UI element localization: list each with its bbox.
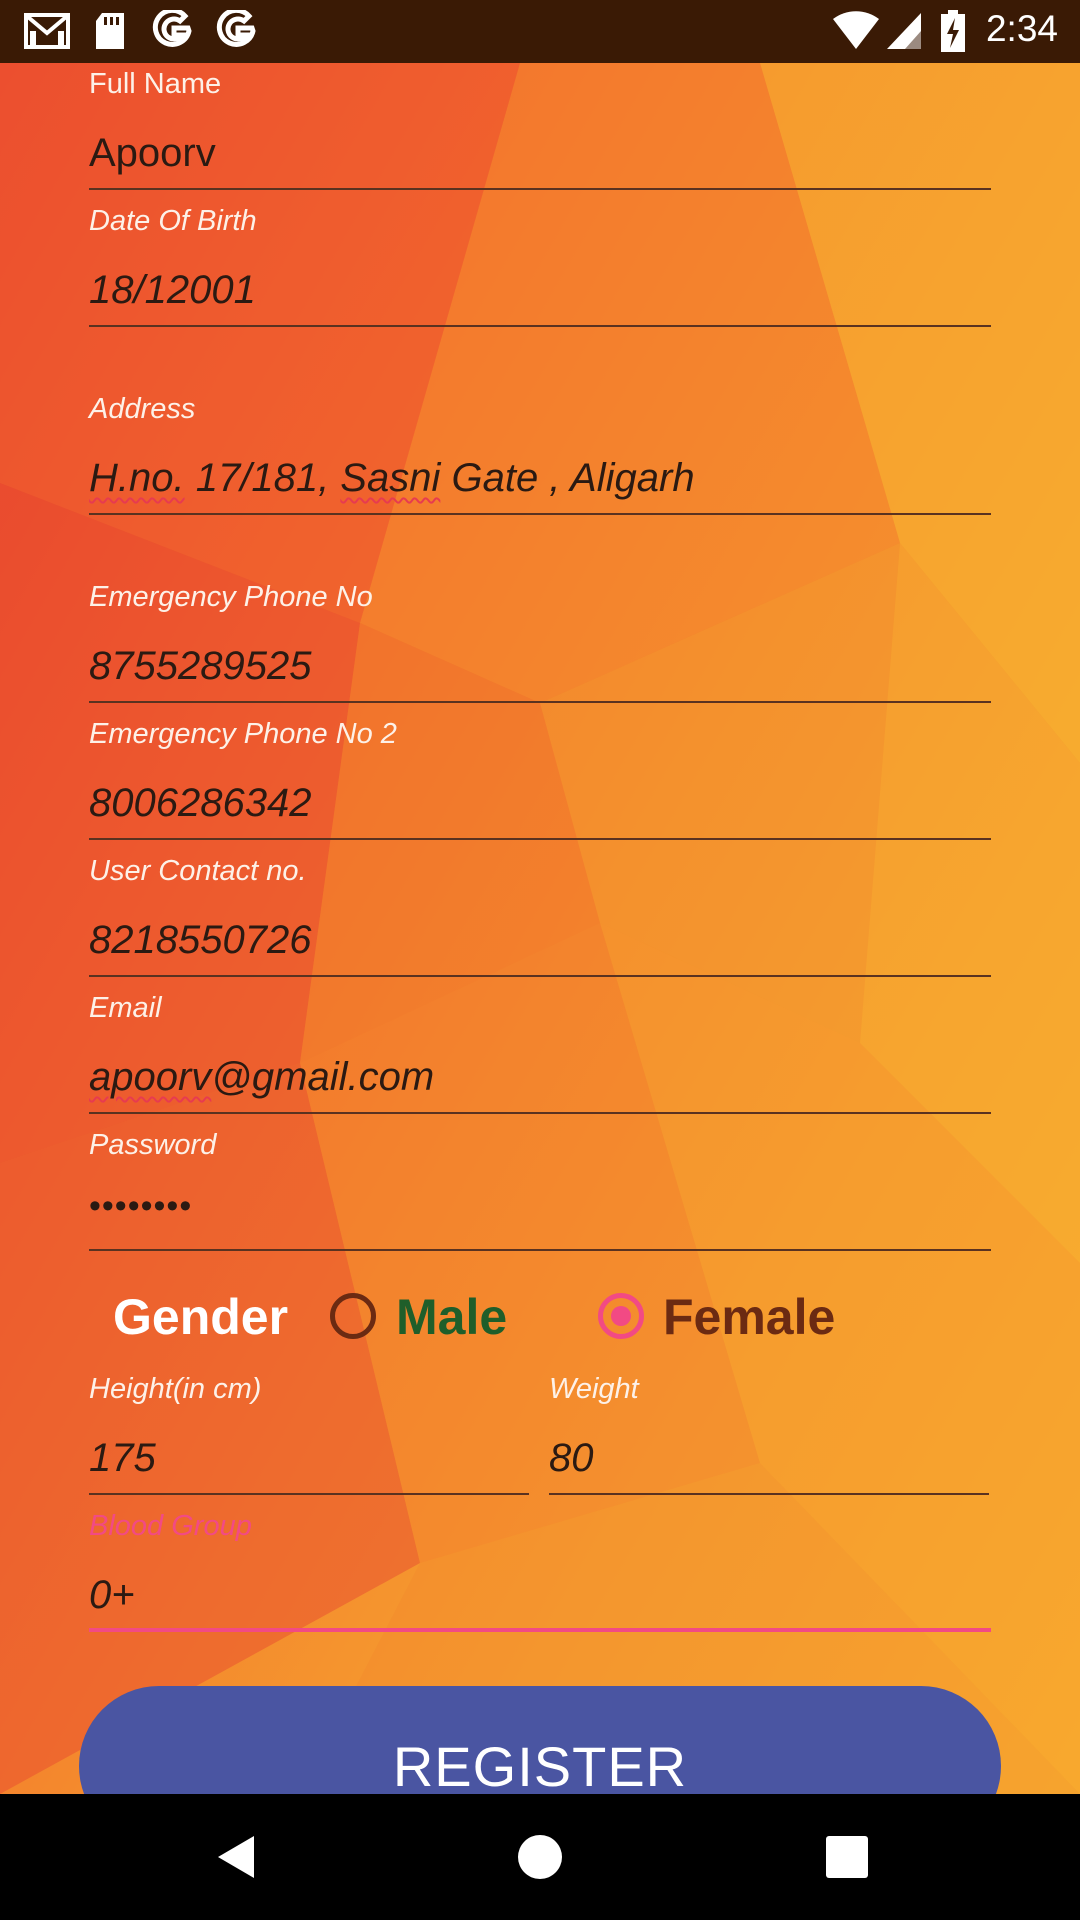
signal-icon (884, 10, 924, 52)
date-of-birth-value[interactable]: 18/12001 (89, 268, 256, 313)
emergency-phone-2-value[interactable]: 8006286342 (89, 781, 311, 826)
back-icon[interactable] (212, 1832, 262, 1882)
weight-value[interactable]: 80 (549, 1436, 594, 1481)
blood-group-value[interactable]: 0+ (89, 1573, 135, 1618)
user-contact-field[interactable]: User Contact no. 8218550726 (89, 855, 991, 980)
address-part: Sasni (340, 456, 441, 500)
date-of-birth-underline (89, 325, 991, 327)
register-button[interactable]: REGISTER (79, 1686, 1001, 1794)
gender-group: Gender Male Female (0, 1276, 1080, 1356)
sd-card-icon (93, 10, 127, 52)
user-contact-label: User Contact no. (89, 855, 307, 887)
height-underline (89, 1493, 529, 1495)
user-contact-underline (89, 975, 991, 977)
wifi-icon (830, 10, 882, 52)
date-of-birth-label: Date Of Birth (89, 205, 257, 237)
emergency-phone-2-field[interactable]: Emergency Phone No 2 8006286342 (89, 718, 991, 843)
status-bar: 2:34 (0, 0, 1080, 63)
female-radio[interactable] (598, 1293, 644, 1339)
male-radio[interactable] (330, 1293, 376, 1339)
address-part: Gate , Aligarh (440, 456, 695, 500)
password-field[interactable]: Password •••••••• (89, 1129, 991, 1254)
address-part: 17/181, (184, 456, 341, 500)
password-value[interactable]: •••••••• (89, 1187, 192, 1226)
register-button-label: REGISTER (392, 1735, 688, 1794)
user-contact-value[interactable]: 8218550726 (89, 918, 311, 963)
address-underline (89, 513, 991, 515)
emergency-phone-label: Emergency Phone No (89, 581, 373, 613)
female-label[interactable]: Female (663, 1288, 835, 1346)
password-label: Password (89, 1129, 217, 1161)
blood-group-field[interactable]: Blood Group 0+ (89, 1510, 991, 1640)
email-field[interactable]: Email apoorv@gmail.com (89, 992, 991, 1117)
home-icon[interactable] (515, 1832, 565, 1882)
emergency-phone-underline (89, 701, 991, 703)
clock: 2:34 (985, 8, 1058, 49)
gender-label: Gender (113, 1289, 289, 1345)
registration-form: Full Name Apoorv Date Of Birth 18/12001 … (0, 63, 1080, 1794)
address-label: Address (89, 393, 196, 425)
navigation-bar (0, 1794, 1080, 1920)
email-underline (89, 1112, 991, 1114)
emergency-phone-field[interactable]: Emergency Phone No 8755289525 (89, 581, 991, 706)
email-part: apoorv (89, 1055, 212, 1099)
battery-charging-icon (940, 10, 966, 52)
gmail-icon (24, 10, 70, 52)
weight-label: Weight (549, 1373, 639, 1405)
height-value[interactable]: 175 (89, 1436, 156, 1481)
address-part: H.no. (89, 456, 185, 500)
google-icon (151, 10, 195, 52)
address-field[interactable]: Address H.no. 17/181, Sasni Gate , Aliga… (89, 393, 991, 518)
password-underline (89, 1249, 991, 1251)
height-field[interactable]: Height(in cm) 175 (89, 1373, 529, 1498)
full-name-value[interactable]: Apoorv (89, 131, 216, 176)
blood-group-label: Blood Group (89, 1510, 252, 1542)
blood-group-underline (89, 1628, 991, 1632)
emergency-phone-2-underline (89, 838, 991, 840)
full-name-field[interactable]: Full Name Apoorv (89, 68, 991, 193)
height-label: Height(in cm) (89, 1373, 262, 1405)
full-name-label: Full Name (89, 68, 222, 100)
date-of-birth-field[interactable]: Date Of Birth 18/12001 (89, 205, 991, 330)
emergency-phone-2-label: Emergency Phone No 2 (89, 718, 397, 750)
email-value[interactable]: apoorv@gmail.com (89, 1055, 434, 1100)
recents-icon[interactable] (822, 1832, 872, 1882)
google-icon (215, 10, 259, 52)
weight-field[interactable]: Weight 80 (549, 1373, 989, 1498)
email-part: @gmail.com (211, 1055, 435, 1099)
weight-underline (549, 1493, 989, 1495)
male-label[interactable]: Male (396, 1288, 507, 1346)
email-label: Email (89, 992, 162, 1024)
address-value[interactable]: H.no. 17/181, Sasni Gate , Aligarh (89, 456, 695, 501)
emergency-phone-value[interactable]: 8755289525 (89, 644, 311, 689)
full-name-underline (89, 188, 991, 190)
